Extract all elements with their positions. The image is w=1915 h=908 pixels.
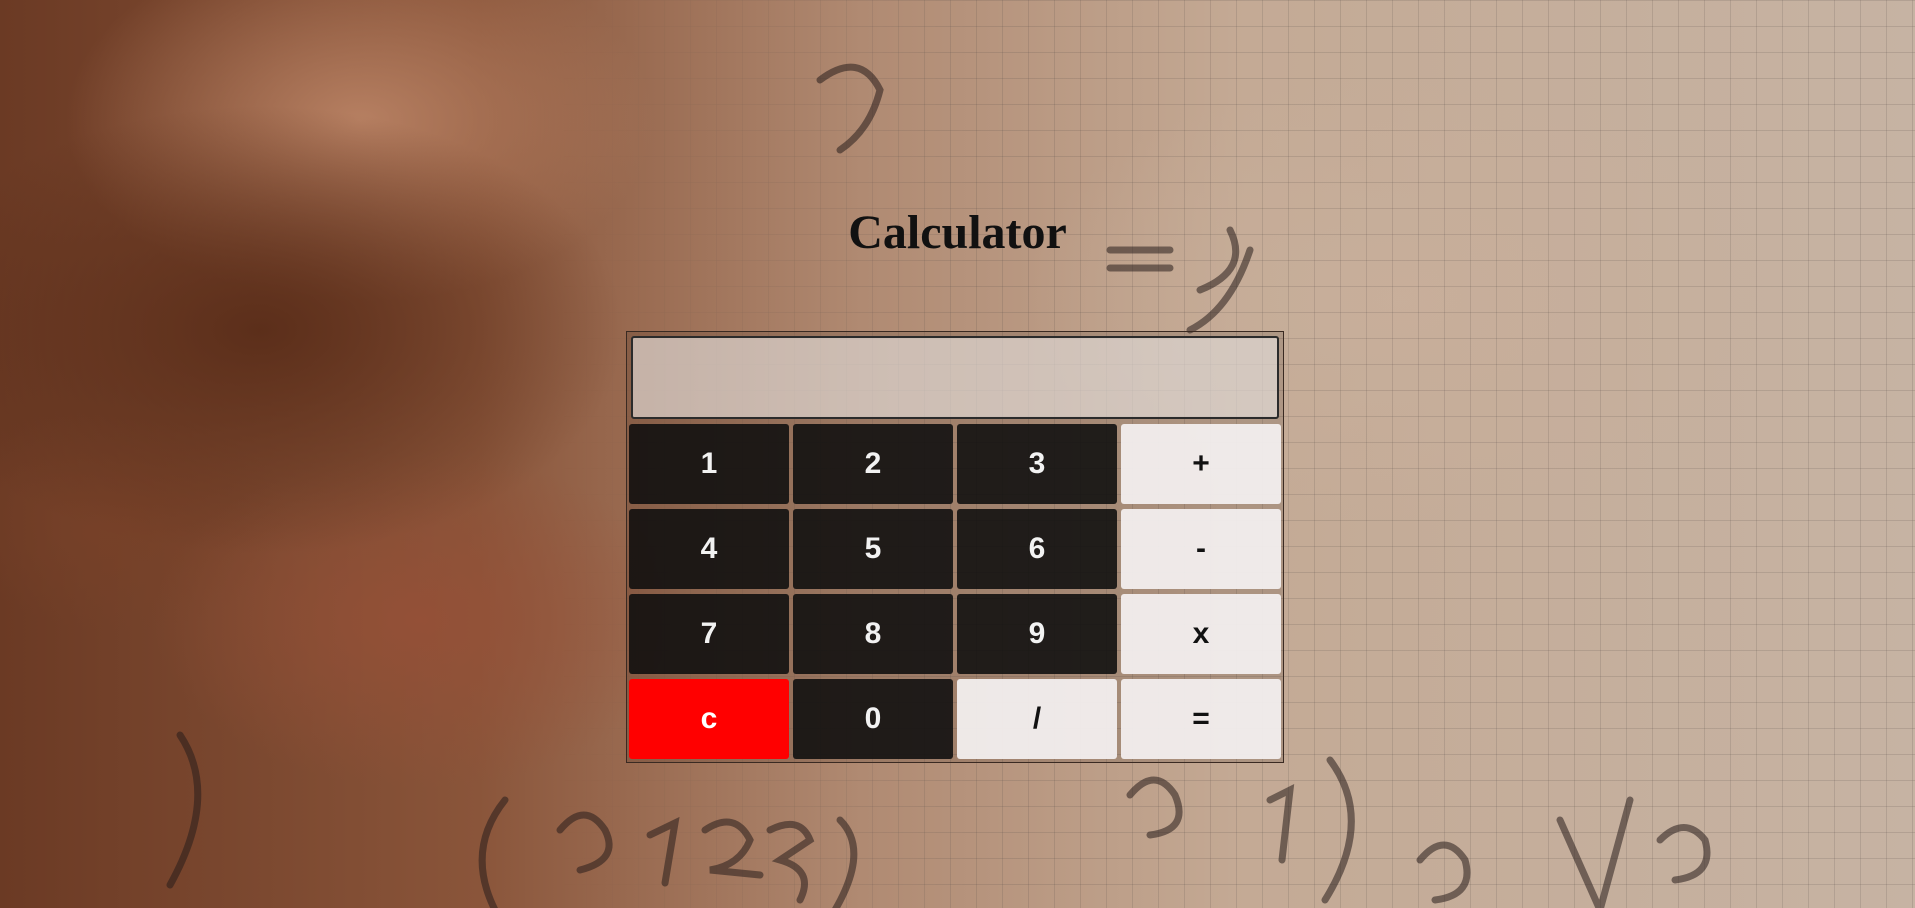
calculator-keypad: 1 2 3 +4 5 6- 7 8 9 x c 0/= [629,424,1281,760]
key-multiply-button[interactable]: x [1121,594,1281,674]
calculator: 1 2 3 +4 5 6- 7 8 9 x c 0/= [626,331,1284,763]
key-divide-button[interactable]: / [957,679,1117,759]
calculator-display[interactable] [631,336,1279,419]
key-digit-9-button[interactable]: 9 [957,594,1117,674]
key-digit-1-button[interactable]: 1 [629,424,789,504]
key-digit-8-button[interactable]: 8 [793,594,953,674]
key-minus-button[interactable]: - [1121,509,1281,589]
key-digit-5-button[interactable]: 5 [793,509,953,589]
key-digit-3-button[interactable]: 3 [957,424,1117,504]
key-digit-0-button[interactable]: 0 [793,679,953,759]
page-title: Calculator [848,206,1067,259]
key-digit-6-button[interactable]: 6 [957,509,1117,589]
key-digit-4-button[interactable]: 4 [629,509,789,589]
key-plus-button[interactable]: + [1121,424,1281,504]
key-digit-7-button[interactable]: 7 [629,594,789,674]
key-digit-2-button[interactable]: 2 [793,424,953,504]
key-clear-button[interactable]: c [629,679,789,759]
key-equals-button[interactable]: = [1121,679,1281,759]
